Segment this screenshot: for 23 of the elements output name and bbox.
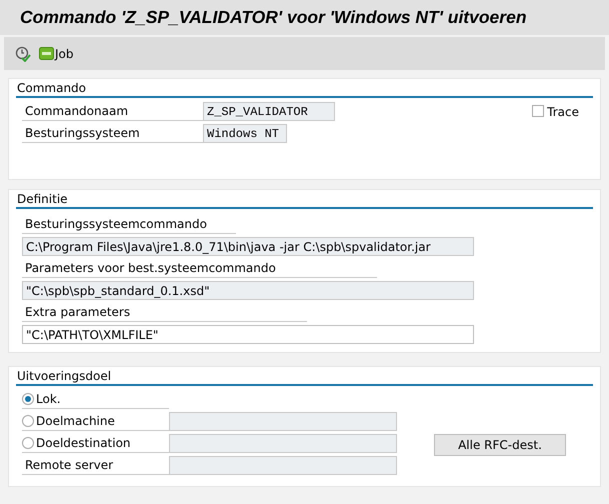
all-rfc-destinations-button[interactable]: Alle RFC-dest. [434,434,566,456]
option-label: Doelmachine [36,413,115,430]
trace-label: Trace [547,104,579,121]
option-label: Lok. [36,391,61,408]
field-label: Besturingssysteemcommando [22,215,236,234]
job-button[interactable]: Job [39,44,74,62]
input-field[interactable]: "C:\PATH\TO\XMLFILE" [22,325,474,344]
window-title: Commando 'Z_SP_VALIDATOR' voor 'Windows NT' uitvoeren [20,6,527,30]
field-label: Parameters voor best.systeemcommando [22,259,377,278]
panel-heading: Uitvoeringsdoel [16,368,112,384]
option-label: Doeldestination [36,435,131,452]
clock-check-icon[interactable] [15,46,31,62]
trace-checkbox[interactable] [532,105,544,117]
option-label: Remote server [25,457,114,474]
panel-heading: Commando [16,80,88,96]
panel-heading: Definitie [16,191,69,207]
radio-button[interactable] [22,437,34,449]
field-label: Commandonaam [22,102,203,121]
radio-button[interactable] [22,415,34,427]
field-label: Besturingssysteem [22,124,203,143]
field-label: Extra parameters [22,303,307,322]
radio-button[interactable] [22,393,34,405]
job-icon [39,47,54,60]
